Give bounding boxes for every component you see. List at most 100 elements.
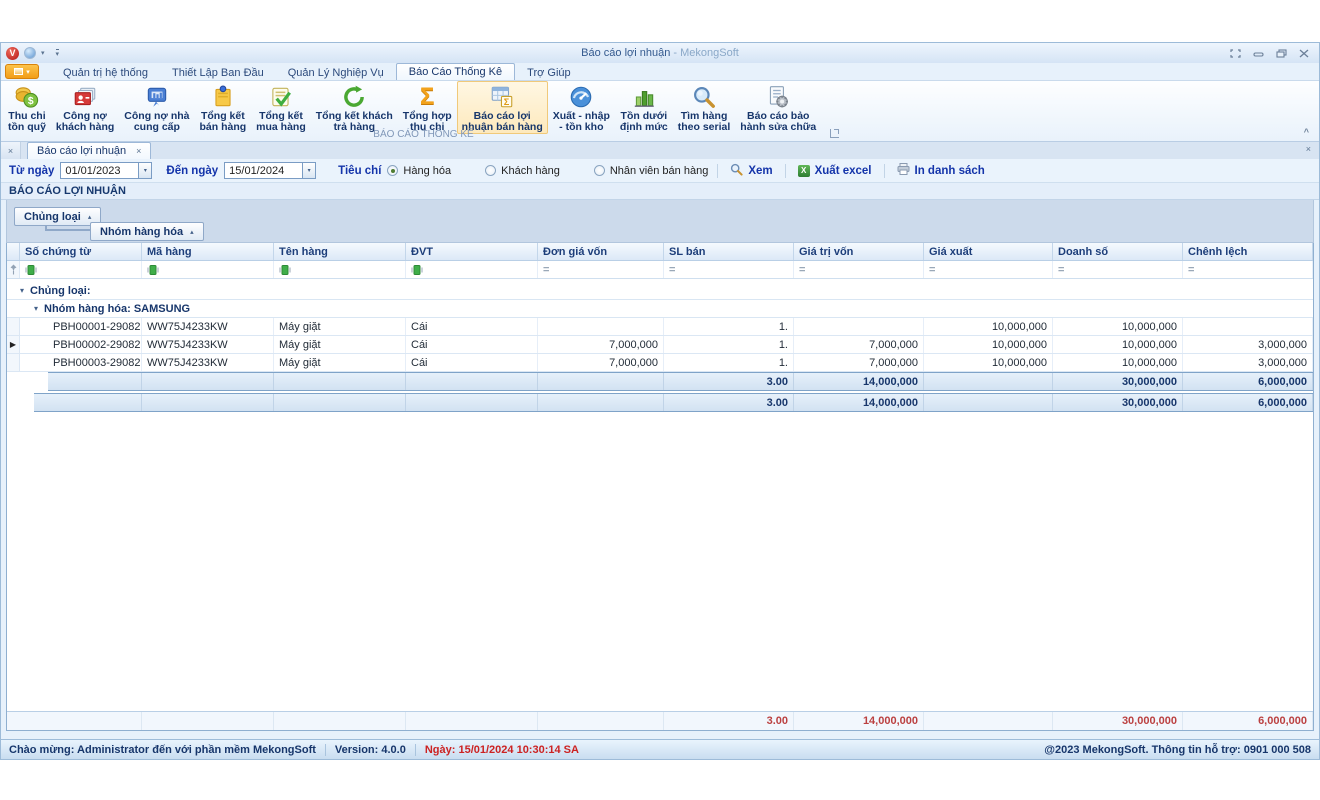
summary-sl-ban: 3.00 <box>664 394 794 411</box>
group-by-chung-loai[interactable]: Chủng loại ▴ <box>14 207 101 226</box>
group-dialog-launcher-icon[interactable] <box>830 129 839 138</box>
sort-ascending-icon: ▴ <box>190 228 194 236</box>
document-tab-label: Báo cáo lợi nhuận <box>37 145 126 157</box>
close-tab-icon[interactable]: × <box>136 146 141 156</box>
radio-khach-hang[interactable]: Khách hàng <box>485 165 560 177</box>
collapse-group-icon[interactable]: ▾ <box>34 304 38 313</box>
button-cong-no-nha-cung-cap[interactable]: Công nợ nhà cung cấp <box>119 81 194 133</box>
group-by-nhom-hang-hoa[interactable]: Nhóm hàng hóa ▴ <box>90 222 204 241</box>
filter-cell[interactable] <box>20 261 142 278</box>
button-bao-cao-loi-nhuan-ban-hang[interactable]: Σ Báo cáo lợi nhuận bán hàng <box>457 81 548 134</box>
criteria-label: Tiêu chí <box>338 165 381 177</box>
radio-hang-hoa[interactable]: Hàng hóa <box>387 165 451 177</box>
group-row-level-1[interactable]: ▾ Chủng loại: <box>7 282 1313 300</box>
cell-so-chung-tu: PBH00003-290823 <box>48 354 142 371</box>
chevron-down-icon: ▾ <box>26 68 30 76</box>
print-list-button[interactable]: In danh sách <box>897 163 985 178</box>
chevron-down-icon[interactable]: ▾ <box>138 162 152 179</box>
button-xuat-nhap-ton-kho[interactable]: Xuất - nhập - tồn kho <box>548 81 615 133</box>
cell-sl-ban: 1. <box>664 318 794 335</box>
text-filter-icon <box>25 264 37 276</box>
serial-search-icon <box>691 83 717 110</box>
summary-doanh-so: 30,000,000 <box>1053 373 1183 390</box>
button-tim-hang-theo-serial[interactable]: Tìm hàng theo serial <box>673 81 736 133</box>
filter-cell[interactable] <box>406 261 538 278</box>
radio-nhan-vien-ban-hang[interactable]: Nhân viên bán hàng <box>594 165 708 177</box>
minimize-icon[interactable] <box>1253 49 1264 58</box>
status-welcome: Chào mừng: Administrator đến với phần mề… <box>9 744 316 756</box>
group-by-label: Chủng loại <box>24 211 81 223</box>
button-tong-hop-thu-chi[interactable]: Σ Tổng hợp thu chi <box>398 81 457 133</box>
column-header[interactable]: Số chứng từ <box>20 243 142 260</box>
restore-icon[interactable] <box>1276 49 1287 58</box>
to-date-combo: ▾ <box>224 162 316 179</box>
chevron-down-icon[interactable]: ▾ <box>302 162 316 179</box>
grand-gia-tri-von: 14,000,000 <box>794 712 924 730</box>
status-support: @2023 MekongSoft. Thông tin hỗ trợ: 0901… <box>1044 744 1311 756</box>
column-header[interactable]: Giá xuất <box>924 243 1053 260</box>
svg-text:Σ: Σ <box>504 96 510 106</box>
user-orb-icon[interactable] <box>24 47 36 59</box>
close-icon[interactable] <box>1299 49 1309 58</box>
cell-so-chung-tu: PBH00002-290823 <box>48 336 142 353</box>
column-header[interactable]: Mã hàng <box>142 243 274 260</box>
button-tong-ket-mua-hang[interactable]: Tổng kết mua hàng <box>251 81 311 133</box>
summary-cell <box>406 394 538 411</box>
group-summary-body: 3.00 14,000,000 30,000,000 6,000,000 <box>48 372 1313 391</box>
radio-label: Khách hàng <box>501 165 560 177</box>
group-row-level-2[interactable]: ▾ Nhóm hàng hóa: SAMSUNG <box>7 300 1313 318</box>
column-header[interactable]: ĐVT <box>406 243 538 260</box>
cell-gia-xuat: 10,000,000 <box>924 318 1053 335</box>
summary-gia-tri-von: 14,000,000 <box>794 373 924 390</box>
column-header[interactable]: SL bán <box>664 243 794 260</box>
app-logo-icon[interactable]: V <box>6 47 19 60</box>
tab-quan-ly-nghiep-vu[interactable]: Quản Lý Nghiệp Vụ <box>276 65 396 80</box>
tab-bao-cao-loi-nhuan[interactable]: Báo cáo lợi nhuận × <box>27 142 151 159</box>
filter-cell[interactable]: = <box>924 261 1053 278</box>
filter-cell[interactable]: = <box>538 261 664 278</box>
tab-tro-giup[interactable]: Trợ Giúp <box>515 65 582 80</box>
button-ton-duoi-dinh-muc[interactable]: Tồn dưới định mức <box>615 81 673 133</box>
table-row[interactable]: PBH00001-290823 WW75J4233KW Máy giặt Cái… <box>7 318 1313 336</box>
button-tong-ket-ban-hang[interactable]: Tổng kết bán hàng <box>195 81 252 133</box>
export-excel-button[interactable]: X Xuất excel <box>798 165 872 177</box>
view-button[interactable]: Xem <box>730 163 772 179</box>
column-header[interactable]: Đơn giá vốn <box>538 243 664 260</box>
quick-access-customize-icon[interactable]: ▾ <box>56 49 60 58</box>
filter-cell[interactable] <box>142 261 274 278</box>
filter-bar: Từ ngày ▾ Đến ngày ▾ Tiêu chí Hàng hóa K… <box>1 159 1319 183</box>
fit-screen-icon[interactable] <box>1230 49 1241 58</box>
ribbon-collapse-icon[interactable]: ^ <box>1304 127 1309 137</box>
tab-bao-cao-thong-ke[interactable]: Báo Cáo Thống Kê <box>396 63 515 80</box>
filter-cell[interactable] <box>274 261 406 278</box>
collapse-group-icon[interactable]: ▾ <box>20 286 24 295</box>
tab-quan-tri-he-thong[interactable]: Quản trị hệ thống <box>51 65 160 80</box>
filter-cell[interactable]: = <box>1053 261 1183 278</box>
summary-chenh-lech: 6,000,000 <box>1183 394 1313 411</box>
tab-thiet-lap-ban-dau[interactable]: Thiết Lập Ban Đầu <box>160 65 276 80</box>
application-menu-button[interactable]: ▾ <box>5 64 39 79</box>
to-date-input[interactable] <box>224 162 302 179</box>
column-header[interactable]: Chênh lệch <box>1183 243 1313 260</box>
close-all-tabs-button[interactable]: × <box>1 142 21 159</box>
button-cong-no-khach-hang[interactable]: Công nợ khách hàng <box>51 81 119 133</box>
button-thu-chi-ton-quy[interactable]: $ Thu chi tồn quỹ <box>3 81 51 133</box>
table-row[interactable]: ▶ PBH00002-290823 WW75J4233KW Máy giặt C… <box>7 336 1313 354</box>
filter-cell[interactable]: = <box>794 261 924 278</box>
filter-cell[interactable]: = <box>664 261 794 278</box>
table-row[interactable]: PBH00003-290823 WW75J4233KW Máy giặt Cái… <box>7 354 1313 372</box>
radio-label: Hàng hóa <box>403 165 451 177</box>
chevron-down-icon[interactable]: ▾ <box>41 49 45 57</box>
button-tong-ket-khach-tra-hang[interactable]: Tổng kết khách trả hàng <box>311 81 398 133</box>
close-document-icon[interactable]: × <box>1306 144 1311 154</box>
summary-sl-ban: 3.00 <box>664 373 794 390</box>
summary-cell <box>20 712 142 730</box>
button-bao-cao-bao-hanh-sua-chua[interactable]: Báo cáo bảo hành sửa chữa <box>735 81 821 133</box>
column-header[interactable]: Tên hàng <box>274 243 406 260</box>
from-date-input[interactable] <box>60 162 138 179</box>
column-header[interactable]: Giá trị vốn <box>794 243 924 260</box>
filter-cell[interactable]: = <box>1183 261 1313 278</box>
export-excel-label: Xuất excel <box>815 165 872 177</box>
radio-icon <box>594 165 605 176</box>
column-header[interactable]: Doanh số <box>1053 243 1183 260</box>
